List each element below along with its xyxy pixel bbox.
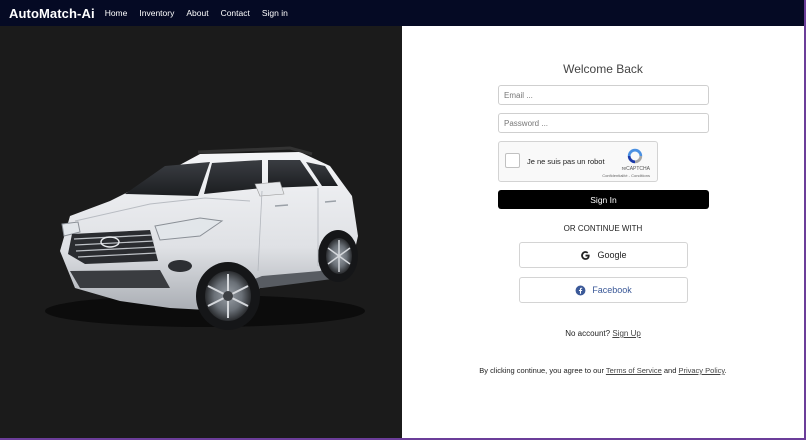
recaptcha-brand: reCAPTCHA bbox=[621, 166, 650, 172]
brand-logo[interactable]: AutoMatch-Ai bbox=[9, 6, 95, 21]
legal-and: and bbox=[663, 366, 677, 375]
privacy-policy-link[interactable]: Privacy Policy bbox=[678, 366, 724, 375]
login-panel: Welcome Back Je ne suis pas un robot reC… bbox=[402, 26, 804, 438]
nav-inventory[interactable]: Inventory bbox=[139, 8, 174, 18]
page-title: Welcome Back bbox=[563, 62, 643, 76]
facebook-button[interactable]: Facebook bbox=[519, 277, 688, 303]
legal-suffix: . bbox=[724, 366, 727, 375]
google-icon bbox=[581, 250, 591, 260]
nav-sign-in[interactable]: Sign in bbox=[262, 8, 288, 18]
terms-of-service-link[interactable]: Terms of Service bbox=[606, 366, 662, 375]
sign-up-link[interactable]: Sign Up bbox=[612, 329, 640, 338]
facebook-icon bbox=[575, 285, 586, 295]
password-input[interactable] bbox=[498, 113, 709, 133]
nav-home[interactable]: Home bbox=[105, 8, 128, 18]
recaptcha-checkbox[interactable] bbox=[505, 153, 520, 168]
hero-image-panel bbox=[0, 26, 402, 440]
nav-contact[interactable]: Contact bbox=[221, 8, 250, 18]
or-continue-with-label: OR CONTINUE WITH bbox=[563, 224, 643, 233]
nav-about[interactable]: About bbox=[186, 8, 208, 18]
legal-prefix: By clicking continue, you agree to our bbox=[479, 366, 604, 375]
no-account-row: No account? Sign Up bbox=[402, 329, 804, 338]
email-input[interactable] bbox=[498, 85, 709, 105]
recaptcha-terms[interactable]: Confidentialité - Conditions bbox=[602, 173, 650, 178]
legal-text: By clicking continue, you agree to our T… bbox=[402, 366, 804, 375]
no-account-text: No account? bbox=[565, 329, 611, 338]
sign-in-button[interactable]: Sign In bbox=[498, 190, 709, 209]
google-button[interactable]: Google bbox=[519, 242, 688, 268]
recaptcha-label: Je ne suis pas un robot bbox=[527, 157, 605, 166]
recaptcha-icon bbox=[627, 148, 643, 164]
recaptcha-widget: Je ne suis pas un robot reCAPTCHA Confid… bbox=[498, 141, 658, 182]
google-label: Google bbox=[597, 250, 627, 260]
top-navbar: AutoMatch-Ai Home Inventory About Contac… bbox=[0, 0, 806, 26]
suv-image bbox=[45, 146, 365, 330]
facebook-label: Facebook bbox=[592, 285, 632, 295]
